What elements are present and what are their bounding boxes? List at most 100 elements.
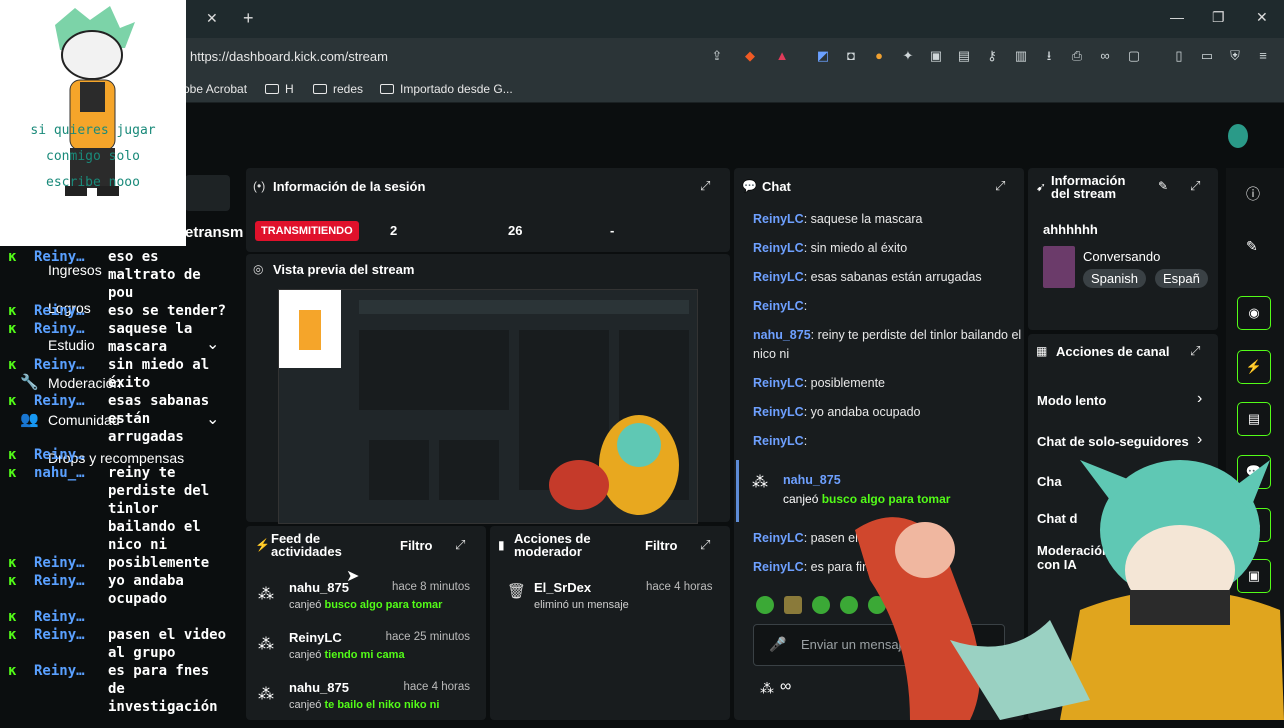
tab-close-icon[interactable]: ✕ bbox=[206, 10, 218, 27]
overlay-chat-line: ĸ nahu_… reiny te bbox=[0, 466, 245, 484]
vpn-shield-icon[interactable]: ⛨ bbox=[1227, 48, 1243, 64]
category-name[interactable]: Conversando bbox=[1083, 249, 1160, 264]
chat-username[interactable]: ReinyLC bbox=[753, 434, 804, 448]
chat-username[interactable]: ReinyLC bbox=[753, 376, 804, 390]
viewers-stat: 2 bbox=[390, 223, 398, 238]
chat-username[interactable]: ReinyLC bbox=[753, 560, 804, 574]
overlay-chat-line: ĸ Reiny… esas sabanas bbox=[0, 394, 245, 412]
expand-icon[interactable]: ⤢ bbox=[455, 537, 465, 553]
preview-title: Vista previa del stream bbox=[273, 262, 415, 277]
folder-icon bbox=[380, 84, 394, 94]
overlay-chat-user: nahu_… bbox=[34, 465, 85, 481]
kick-badge-icon: ĸ bbox=[8, 303, 17, 319]
extension-icon[interactable]: ▤ bbox=[956, 48, 972, 64]
chevron-right-icon[interactable]: › bbox=[1197, 390, 1202, 408]
edit-pencil-icon[interactable]: ✎ bbox=[1158, 179, 1168, 193]
microphone-icon[interactable]: 🎤 bbox=[769, 636, 786, 653]
wallet-icon[interactable]: ▭ bbox=[1199, 48, 1215, 64]
camera-action-button[interactable]: ◉ bbox=[1237, 296, 1271, 330]
chat-username[interactable]: nahu_875 bbox=[753, 328, 811, 342]
overlay-chat-user bbox=[34, 412, 108, 430]
extension-icon[interactable]: ◘ bbox=[843, 48, 859, 64]
window-close-icon[interactable]: ✕ bbox=[1256, 9, 1268, 26]
share-icon[interactable]: ⇪ bbox=[709, 48, 725, 64]
overlay-chat-user bbox=[34, 502, 108, 520]
overlay-chat-text: arrugadas bbox=[108, 429, 184, 445]
chat-text: : saquese la mascara bbox=[803, 212, 923, 226]
slow-mode-row[interactable]: Modo lento bbox=[1037, 393, 1106, 408]
kick-badge-icon: ĸ bbox=[8, 249, 17, 265]
user-avatar[interactable] bbox=[1228, 124, 1248, 148]
screenshot-icon[interactable]: ▢ bbox=[1126, 48, 1142, 64]
sidebar-search-box[interactable] bbox=[185, 175, 230, 211]
bookmark-redes[interactable]: redes bbox=[313, 82, 363, 96]
emote-icon[interactable] bbox=[812, 596, 830, 614]
brave-rewards-icon[interactable]: ▲ bbox=[774, 48, 790, 64]
bookmark-acrobat[interactable]: obe Acrobat bbox=[183, 82, 247, 96]
extension-icon[interactable]: ◩ bbox=[815, 48, 831, 64]
extension-icon[interactable]: ● bbox=[871, 48, 887, 64]
chat-username[interactable]: ReinyLC bbox=[753, 405, 804, 419]
preview-thumbnail-image bbox=[279, 290, 689, 515]
title-line: actividades bbox=[271, 544, 342, 559]
key-icon[interactable]: ⚷ bbox=[984, 48, 1000, 64]
overlay-chat-user: Reiny… bbox=[34, 447, 85, 463]
chat-message: ReinyLC: sin miedo al éxito bbox=[753, 239, 1023, 268]
notes-action-button[interactable]: ▤ bbox=[1237, 402, 1271, 436]
redeem-icon: ⁂ bbox=[258, 686, 274, 703]
emote-icon[interactable] bbox=[756, 596, 774, 614]
menu-icon[interactable]: ≡ bbox=[1255, 48, 1271, 64]
info-icon[interactable]: ⓘ bbox=[1246, 184, 1260, 204]
overlay-chat-text: pou bbox=[108, 285, 134, 301]
bookmark-h[interactable]: H bbox=[265, 82, 294, 96]
sidebar-toggle-icon[interactable]: ▯ bbox=[1171, 48, 1187, 64]
overlay-chat-text: están bbox=[108, 411, 151, 427]
activity-user[interactable]: nahu_875 bbox=[289, 580, 349, 595]
overlay-chat-text: nico ni bbox=[108, 537, 168, 553]
save-icon[interactable]: ▥ bbox=[1013, 48, 1029, 64]
chat-username[interactable]: ReinyLC bbox=[753, 270, 804, 284]
emote-icon[interactable] bbox=[784, 596, 802, 614]
activity-user[interactable]: ReinyLC bbox=[289, 630, 342, 645]
expand-icon[interactable]: ⤢ bbox=[995, 178, 1005, 194]
lightning-action-button[interactable]: ⚡ bbox=[1237, 350, 1271, 384]
channel-icon: ▦ bbox=[1036, 344, 1048, 358]
chat-bubble-icon: 💬 bbox=[742, 179, 757, 193]
activity-user[interactable]: nahu_875 bbox=[289, 680, 349, 695]
chat-text: : bbox=[803, 299, 808, 313]
minimize-icon[interactable]: — bbox=[1170, 9, 1184, 25]
edit-icon[interactable]: ✎ bbox=[1246, 238, 1258, 255]
expand-icon[interactable]: ⤢ bbox=[700, 537, 710, 553]
bookmark-imported[interactable]: Importado desde G... bbox=[380, 82, 513, 96]
redeem-user[interactable]: nahu_875 bbox=[783, 473, 841, 487]
shield-icon: ▮ bbox=[498, 538, 505, 552]
expand-icon[interactable]: ⤢ bbox=[700, 178, 710, 194]
print-icon[interactable]: ⎙ bbox=[1069, 48, 1085, 64]
overlay-chat-text: eso se tender? bbox=[108, 303, 227, 319]
activity-item: ⁂ nahu_875 hace 4 horas canjeó te bailo el … bbox=[258, 678, 478, 728]
sidebar-active-item-label[interactable]: etransm bbox=[185, 224, 243, 241]
link-icon[interactable]: ∞ bbox=[1097, 48, 1113, 64]
extension-icon[interactable]: ▣ bbox=[928, 48, 944, 64]
mod-name[interactable]: El_SrDex bbox=[534, 580, 591, 595]
activity-filter-button[interactable]: Filtro bbox=[400, 538, 433, 553]
brave-shield-icon[interactable]: ◆ bbox=[742, 48, 758, 64]
chat-username[interactable]: ReinyLC bbox=[753, 241, 804, 255]
chat-username[interactable]: ReinyLC bbox=[753, 531, 804, 545]
download-icon[interactable]: ⭳ bbox=[1041, 48, 1057, 64]
puzzle-icon[interactable]: ✦ bbox=[900, 48, 916, 64]
mod-filter-button[interactable]: Filtro bbox=[645, 538, 678, 553]
maximize-icon[interactable]: ❐ bbox=[1212, 9, 1225, 26]
expand-icon[interactable]: ⤢ bbox=[1190, 343, 1200, 359]
overlay-chat-user bbox=[34, 592, 108, 610]
url-field[interactable]: https://dashboard.kick.com/stream bbox=[190, 49, 388, 64]
stream-preview-video[interactable] bbox=[278, 289, 698, 524]
overlay-chat-user bbox=[34, 700, 108, 718]
chat-username[interactable]: ReinyLC bbox=[753, 299, 804, 313]
chat-username[interactable]: ReinyLC bbox=[753, 212, 804, 226]
folder-icon bbox=[313, 84, 327, 94]
expand-icon[interactable]: ⤢ bbox=[1190, 178, 1200, 194]
new-tab-button[interactable]: + bbox=[243, 8, 254, 29]
overlay-chat-line: están bbox=[0, 412, 245, 430]
activity-feed-title: Feed de actividades bbox=[271, 532, 342, 558]
